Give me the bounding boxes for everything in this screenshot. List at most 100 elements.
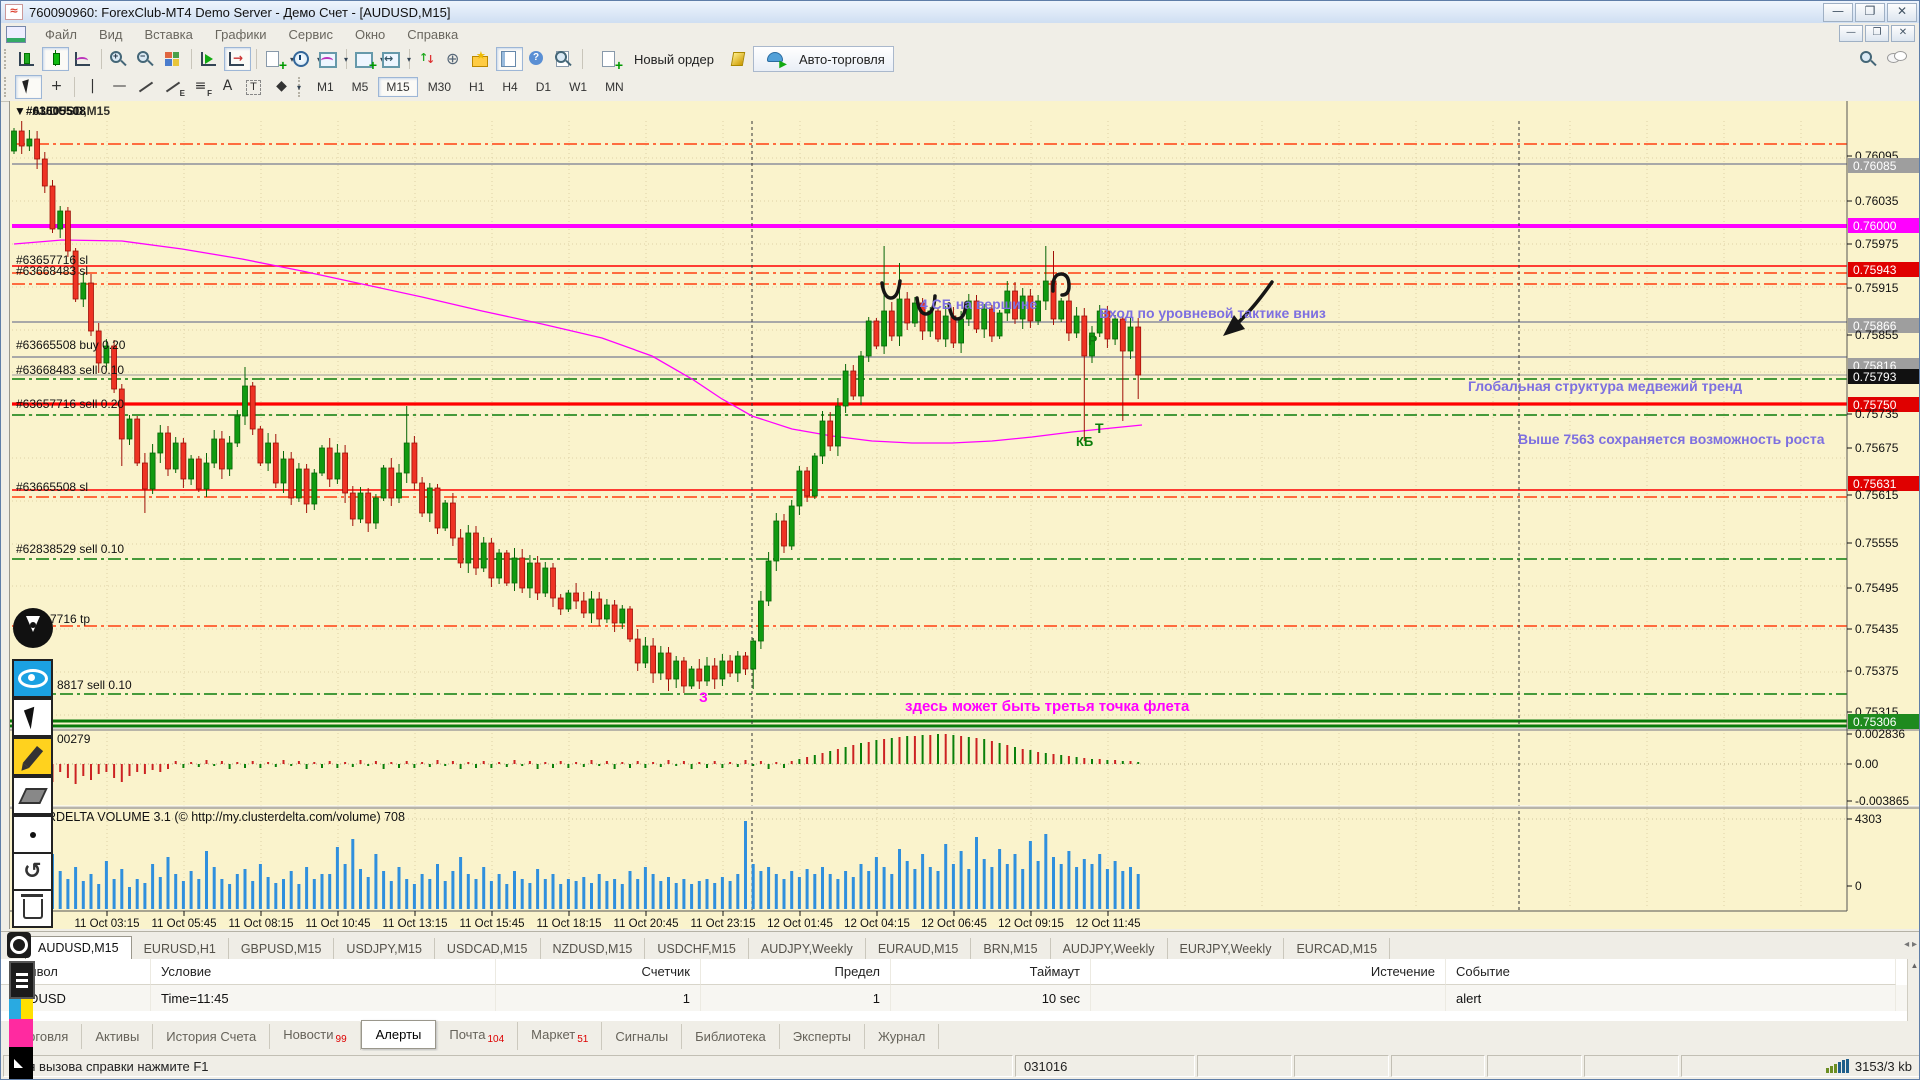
text-label-tool-icon[interactable]: T [242, 76, 267, 98]
data-window-icon[interactable]: ↑↓ [415, 48, 440, 70]
overlay-cursor-button[interactable] [12, 698, 53, 737]
overlay-dot-button[interactable] [12, 815, 53, 854]
timeframe-M5[interactable]: M5 [344, 77, 377, 97]
search-docs-icon[interactable] [552, 48, 577, 70]
cursor-tool-icon[interactable] [15, 75, 42, 99]
timeframe-M15[interactable]: M15 [378, 77, 417, 97]
zoom-out-icon[interactable]: − [134, 48, 159, 70]
candlestick-chart-icon[interactable] [42, 47, 69, 71]
indicators-dropdown-icon[interactable]: +▾ [262, 48, 287, 70]
symbol-tab-EURUSD,H1[interactable]: EURUSD,H1 [132, 938, 229, 960]
color-swatch-magenta[interactable] [9, 1019, 33, 1047]
symbol-tab-USDCHF,M15[interactable]: USDCHF,M15 [645, 938, 749, 960]
timeframe-M30[interactable]: M30 [420, 77, 459, 97]
close-button[interactable]: ✕ [1887, 3, 1917, 22]
horizontal-line-tool-icon[interactable]: — [107, 76, 132, 98]
timeframe-H1[interactable]: H1 [461, 77, 492, 97]
child-restore-button[interactable]: ❐ [1865, 25, 1889, 42]
alert-row[interactable]: AUDUSDTime=11:451110 secalert [1, 985, 1920, 1011]
color-swatch-cyan[interactable] [9, 999, 21, 1019]
symbol-tab-BRN,M15[interactable]: BRN,M15 [971, 938, 1050, 960]
color-swatch-yellow[interactable] [21, 999, 33, 1019]
tab-Маркет[interactable]: Маркет51 [518, 1022, 602, 1051]
tab-scroll-arrows[interactable]: ◂ ▸ [1904, 939, 1917, 950]
auto-scroll-icon[interactable] [197, 48, 222, 70]
symbol-tab-USDCAD,M15[interactable]: USDCAD,M15 [435, 938, 541, 960]
minimize-button[interactable]: — [1823, 3, 1853, 22]
pen-overlay-launcher[interactable] [13, 608, 53, 648]
order-label[interactable]: 8817 sell 0.10 [57, 678, 132, 692]
new-order-button[interactable]: +Новый ордер [589, 47, 722, 71]
child-minimize-button[interactable]: — [1839, 25, 1863, 42]
menu-Сервис[interactable]: Сервис [278, 24, 345, 45]
menu-Вид[interactable]: Вид [88, 24, 134, 45]
overlay-menu-button[interactable] [9, 961, 35, 999]
order-label[interactable]: 00279 [57, 732, 90, 746]
symbol-tab-EURJPY,Weekly[interactable]: EURJPY,Weekly [1168, 938, 1285, 960]
profiles-dropdown-icon[interactable]: ↔▾ [379, 48, 404, 70]
timeframe-M1[interactable]: M1 [309, 77, 342, 97]
terminal-panel-icon[interactable] [496, 47, 523, 71]
overlay-camera-button[interactable] [7, 932, 31, 958]
arrows-dropdown-icon[interactable]: ◆▾ [269, 76, 294, 98]
symbol-tab-AUDJPY,Weekly[interactable]: AUDJPY,Weekly [749, 938, 866, 960]
restore-button[interactable]: ❐ [1855, 3, 1885, 22]
color-swatch-black[interactable] [9, 1047, 33, 1080]
order-label[interactable]: #63668483 sell 0.10 [16, 363, 124, 377]
auto-trading-button[interactable]: ▶Авто-торговля [753, 46, 894, 72]
overlay-undo-button[interactable]: ↺ [12, 852, 53, 891]
tab-Новости[interactable]: Новости99 [270, 1022, 360, 1051]
timeframe-H4[interactable]: H4 [494, 77, 525, 97]
symbol-tab-USDJPY,M15[interactable]: USDJPY,M15 [334, 938, 435, 960]
chat-icon[interactable] [1884, 48, 1909, 70]
order-label[interactable]: 7716 tp [50, 612, 90, 626]
menu-Графики[interactable]: Графики [204, 24, 278, 45]
timeframe-D1[interactable]: D1 [528, 77, 559, 97]
fibonacci-tool-icon[interactable]: ≡F [188, 76, 213, 98]
tab-Почта[interactable]: Почта104 [436, 1022, 518, 1051]
menu-Окно[interactable]: Окно [344, 24, 396, 45]
debug-icon[interactable] [725, 48, 750, 70]
symbol-tab-AUDJPY,Weekly[interactable]: AUDJPY,Weekly [1051, 938, 1168, 960]
menu-Справка[interactable]: Справка [396, 24, 469, 45]
search-icon[interactable] [1857, 48, 1882, 70]
tab-Библиотека[interactable]: Библиотека [682, 1024, 780, 1049]
navigator-icon[interactable]: ⊕ [442, 48, 467, 70]
symbol-tab-EURAUD,M15[interactable]: EURAUD,M15 [866, 938, 972, 960]
shift-chart-icon[interactable]: → [224, 47, 251, 71]
overlay-eye-button[interactable] [12, 659, 53, 698]
tab-Алерты[interactable]: Алерты [361, 1020, 437, 1049]
symbol-tab-EURCAD,M15[interactable]: EURCAD,M15 [1284, 938, 1390, 960]
line-chart-icon[interactable] [71, 48, 96, 70]
tab-Журнал[interactable]: Журнал [865, 1024, 939, 1049]
new-chart-dropdown-icon[interactable]: +▾ [352, 48, 377, 70]
symbol-tab-AUDUSD,M15[interactable]: AUDUSD,M15 [25, 936, 132, 960]
menu-Вставка[interactable]: Вставка [134, 24, 204, 45]
overlay-trash-button[interactable] [12, 889, 53, 928]
child-close-button[interactable]: ✕ [1891, 25, 1915, 42]
bar-chart-icon[interactable] [15, 48, 40, 70]
periods-dropdown-icon[interactable]: ▾ [289, 48, 314, 70]
favorites-icon[interactable]: ★ [469, 48, 494, 70]
order-label[interactable]: #63665508 buy 0.20 [16, 338, 125, 352]
order-label[interactable]: #62838529 sell 0.10 [16, 542, 124, 556]
equidistant-channel-tool-icon[interactable]: E [161, 76, 186, 98]
symbol-tab-NZDUSD,M15[interactable]: NZDUSD,M15 [541, 938, 646, 960]
order-label[interactable]: #63657716 sell 0.20 [16, 397, 124, 411]
chart-area[interactable]: 0.760950.760850.760350.760000.759750.759… [9, 101, 1920, 929]
zoom-in-icon[interactable]: + [107, 48, 132, 70]
overlay-eraser-button[interactable] [12, 776, 53, 815]
symbol-tab-GBPUSD,M15[interactable]: GBPUSD,M15 [229, 938, 335, 960]
timeframe-W1[interactable]: W1 [561, 77, 595, 97]
tab-История Счета[interactable]: История Счета [153, 1024, 270, 1049]
alerts-scrollbar[interactable]: ▲ [1907, 959, 1920, 1021]
trendline-tool-icon[interactable] [134, 76, 159, 98]
tab-Активы[interactable]: Активы [82, 1024, 153, 1049]
menu-Файл[interactable]: Файл [34, 24, 88, 45]
order-label[interactable]: #63668483 sl [16, 264, 88, 278]
order-label[interactable]: #63665508 sl [16, 480, 88, 494]
crosshair-tool-icon[interactable]: + [44, 76, 69, 98]
tile-windows-icon[interactable] [161, 48, 186, 70]
text-tool-icon[interactable]: A [215, 76, 240, 98]
overlay-pencil-button[interactable] [12, 737, 53, 776]
